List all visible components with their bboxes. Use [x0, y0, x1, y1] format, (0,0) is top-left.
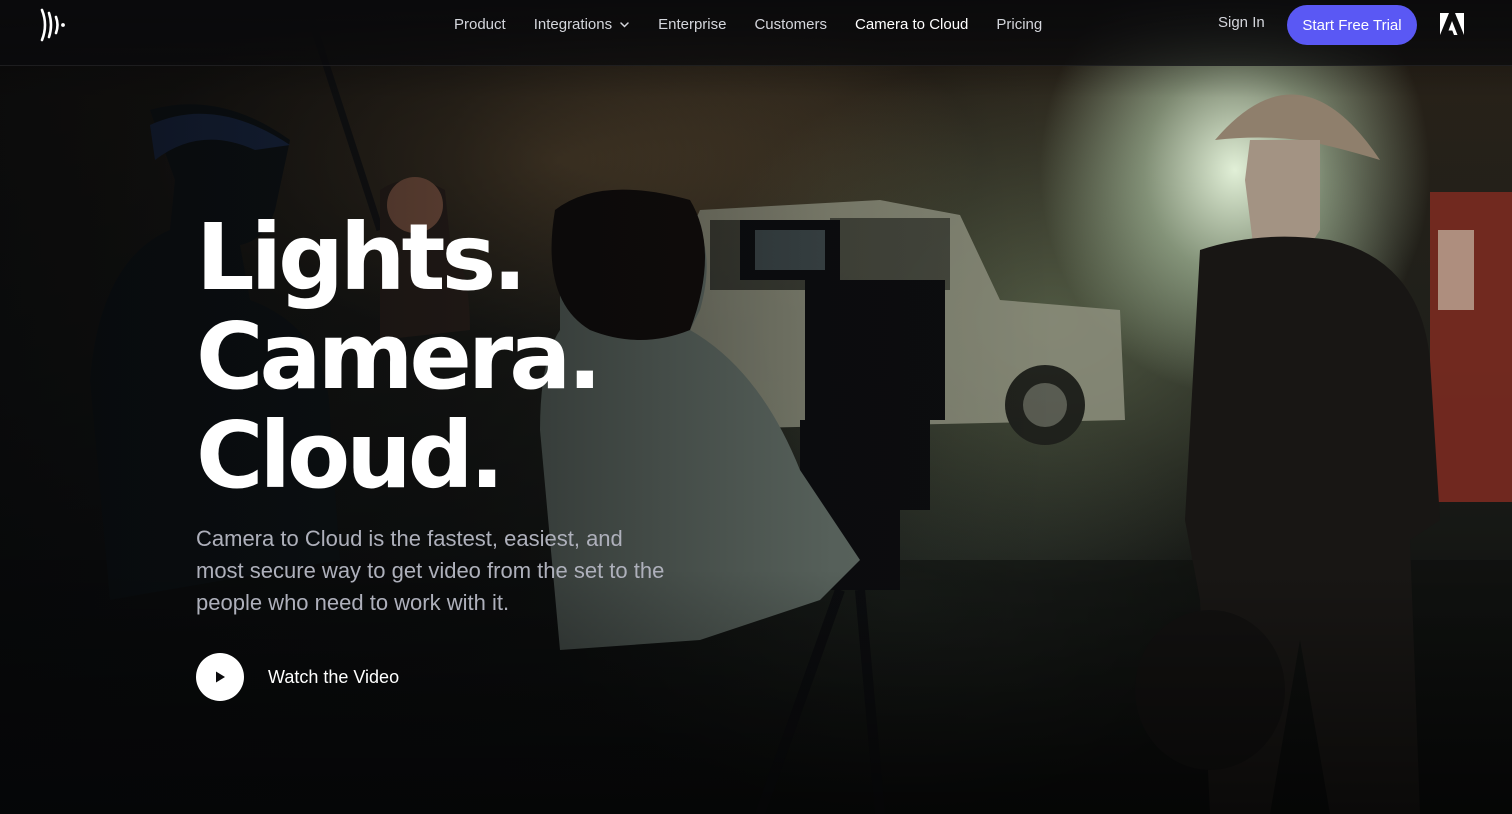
nav-link-label: Pricing [996, 15, 1043, 33]
adobe-logo-icon[interactable] [1440, 13, 1464, 35]
headline-line: Camera. [196, 303, 602, 410]
top-nav: Product Integrations Enterprise Customer… [0, 0, 1512, 66]
primary-nav: Product Integrations Enterprise Customer… [454, 14, 1070, 34]
nav-link-product[interactable]: Product [454, 16, 506, 33]
nav-link-label: Integrations [533, 15, 613, 33]
headline-line: Lights. [196, 204, 527, 311]
nav-link-camera-to-cloud[interactable]: Camera to Cloud [855, 16, 968, 33]
nav-link-integrations[interactable]: Integrations [534, 16, 630, 33]
nav-link-label: Customers [754, 15, 827, 33]
headline-line: Cloud. [196, 402, 505, 509]
watch-video-button[interactable]: Watch the Video [196, 653, 399, 701]
watch-video-label: Watch the Video [268, 666, 400, 687]
nav-link-label: Product [454, 15, 506, 33]
play-button[interactable] [196, 653, 244, 701]
nav-link-enterprise[interactable]: Enterprise [658, 16, 726, 33]
start-free-trial-button[interactable]: Start Free Trial [1287, 5, 1417, 45]
play-icon [216, 671, 225, 683]
sign-in-link[interactable]: Sign In [1218, 14, 1265, 31]
hero-subheadline: Camera to Cloud is the fastest, easiest,… [196, 526, 665, 615]
nav-link-customers[interactable]: Customers [754, 16, 827, 33]
nav-link-pricing[interactable]: Pricing [996, 16, 1042, 33]
frameio-logo-icon[interactable] [38, 8, 72, 42]
chevron-down-icon [620, 21, 629, 28]
nav-link-label: Camera to Cloud [855, 15, 969, 33]
hero-headline: Lights. Camera. Cloud. [196, 204, 602, 509]
nav-link-label: Enterprise [658, 15, 727, 33]
